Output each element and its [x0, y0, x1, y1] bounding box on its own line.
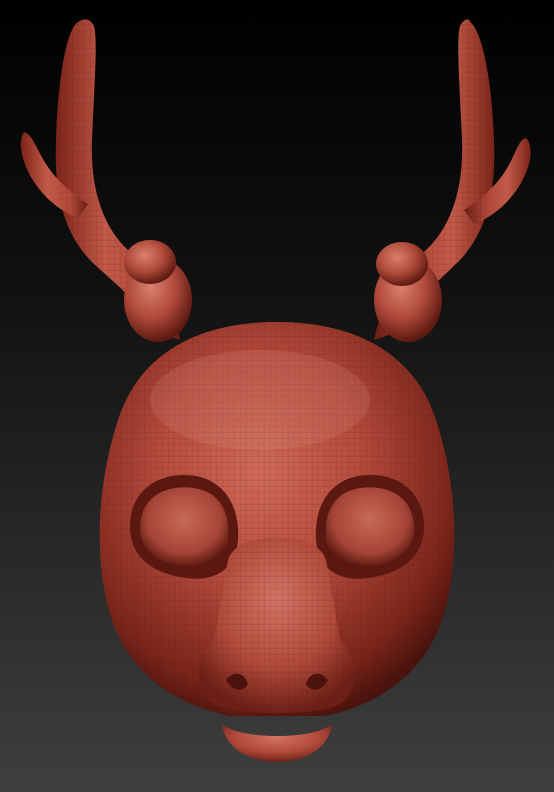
- sculpt-viewport[interactable]: [0, 0, 554, 792]
- deer-mask-model: [20, 19, 531, 762]
- left-antler-knob: [124, 240, 192, 342]
- chin: [222, 724, 332, 762]
